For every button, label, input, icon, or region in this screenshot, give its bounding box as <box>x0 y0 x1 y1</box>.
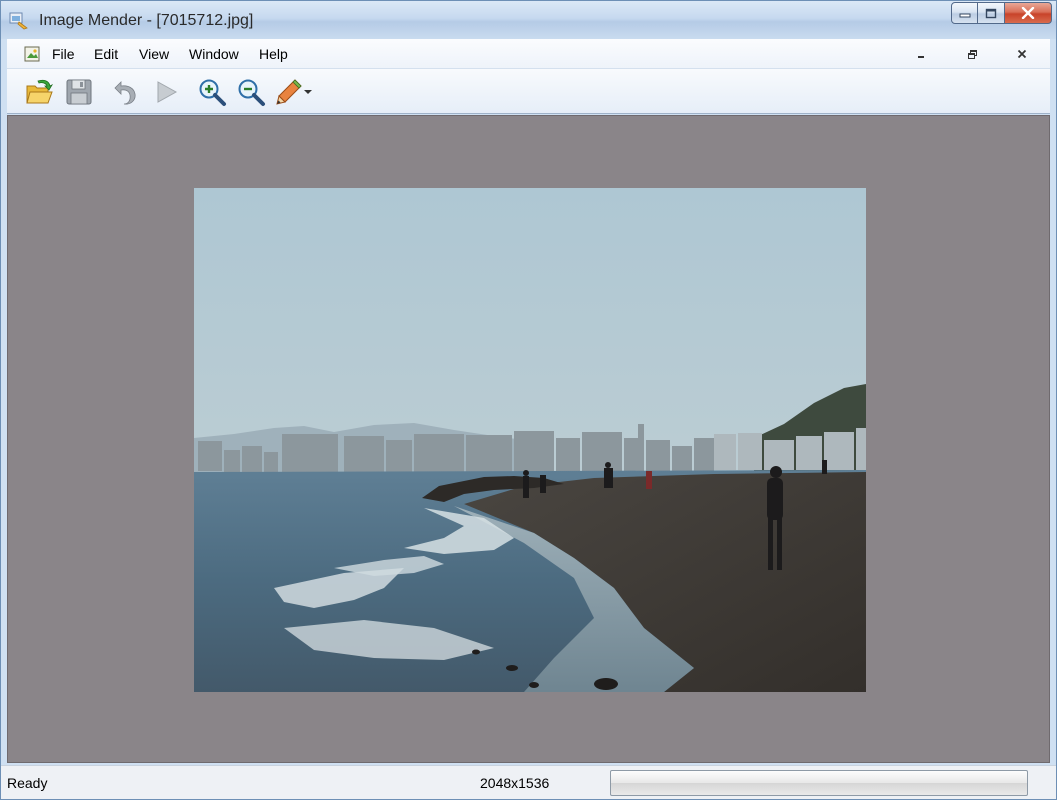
maximize-icon <box>985 8 997 18</box>
menu-bar: File Edit View Window Help <box>7 39 1050 69</box>
undo-button[interactable] <box>110 75 144 109</box>
progress-bar <box>610 770 1028 796</box>
undo-arrow-icon <box>114 81 136 105</box>
play-triangle-icon <box>157 81 178 103</box>
zoom-in-icon <box>199 79 226 106</box>
zoom-out-button[interactable] <box>234 75 268 109</box>
pencil-button[interactable] <box>272 75 306 109</box>
app-icon <box>9 12 28 30</box>
zoom-out-icon <box>238 79 265 106</box>
restore-icon <box>967 49 977 59</box>
open-button[interactable] <box>22 75 56 109</box>
minimize-icon <box>918 56 924 58</box>
status-text: Ready <box>7 775 48 791</box>
status-bar: Ready 2048x1536 <box>1 765 1056 799</box>
close-icon <box>1021 7 1035 19</box>
menu-window[interactable]: Window <box>189 46 239 62</box>
open-folder-icon <box>26 79 54 104</box>
save-button[interactable] <box>62 75 96 109</box>
minimize-button[interactable] <box>951 2 978 24</box>
minimize-icon <box>959 13 970 18</box>
child-restore-button[interactable] <box>963 45 981 63</box>
close-button[interactable] <box>1004 2 1052 24</box>
image-workspace[interactable] <box>7 115 1050 763</box>
window-title: Image Mender - [7015712.jpg] <box>39 12 254 29</box>
pencil-dropdown-button[interactable] <box>302 75 314 109</box>
zoom-in-button[interactable] <box>195 75 229 109</box>
app-window: Image Mender - [7015712.jpg] File Edit V… <box>0 0 1057 800</box>
save-disk-icon <box>66 79 92 105</box>
toolbar <box>7 69 1050 114</box>
caption-buttons <box>951 2 1052 24</box>
menu-file[interactable]: File <box>52 46 75 62</box>
document-icon[interactable] <box>23 45 41 63</box>
beach-photo[interactable] <box>194 188 866 692</box>
pencil-icon <box>276 79 302 105</box>
title-bar[interactable]: Image Mender - [7015712.jpg] <box>1 1 1056 39</box>
image-dimensions: 2048x1536 <box>480 775 550 791</box>
maximize-button[interactable] <box>978 2 1004 24</box>
dropdown-arrow-icon <box>304 90 312 94</box>
menu-help[interactable]: Help <box>259 46 288 62</box>
child-close-button[interactable] <box>1013 45 1031 63</box>
menu-edit[interactable]: Edit <box>94 46 118 62</box>
menu-view[interactable]: View <box>139 46 169 62</box>
close-icon <box>1017 49 1027 59</box>
play-button[interactable] <box>149 75 183 109</box>
child-minimize-button[interactable] <box>912 45 930 63</box>
